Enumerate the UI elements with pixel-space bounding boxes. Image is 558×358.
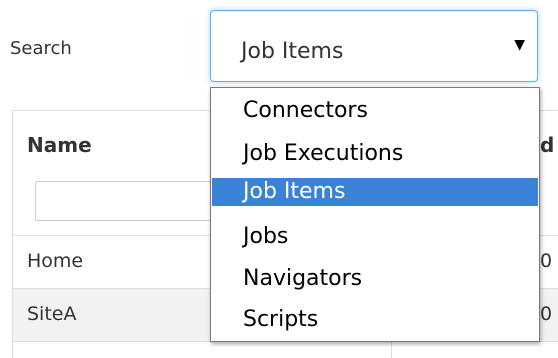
column-header-name[interactable]: Name — [27, 133, 92, 157]
search-type-select[interactable]: Job Items ▼ — [210, 10, 538, 82]
search-page: Search Job Items ▼ Name d Home 0 SiteA 0… — [0, 0, 558, 358]
column-header-second[interactable]: d — [540, 133, 554, 157]
row-name: Home — [27, 250, 84, 272]
chevron-down-icon: ▼ — [514, 37, 525, 53]
option-navigators[interactable]: Navigators — [212, 265, 538, 293]
option-jobs[interactable]: Jobs — [212, 223, 538, 251]
option-job-executions[interactable]: Job Executions — [212, 140, 538, 168]
option-scripts[interactable]: Scripts — [212, 306, 538, 334]
search-type-dropdown-list: Connectors Job Executions Job Items Jobs… — [210, 87, 540, 342]
option-connectors[interactable]: Connectors — [212, 97, 538, 125]
row-name: SiteA — [27, 303, 77, 325]
search-label: Search — [10, 38, 72, 59]
select-value: Job Items — [241, 39, 344, 64]
option-job-items[interactable]: Job Items — [212, 178, 538, 206]
row-second-value: 0 — [540, 250, 553, 272]
row-second-value: 0 — [540, 303, 553, 325]
